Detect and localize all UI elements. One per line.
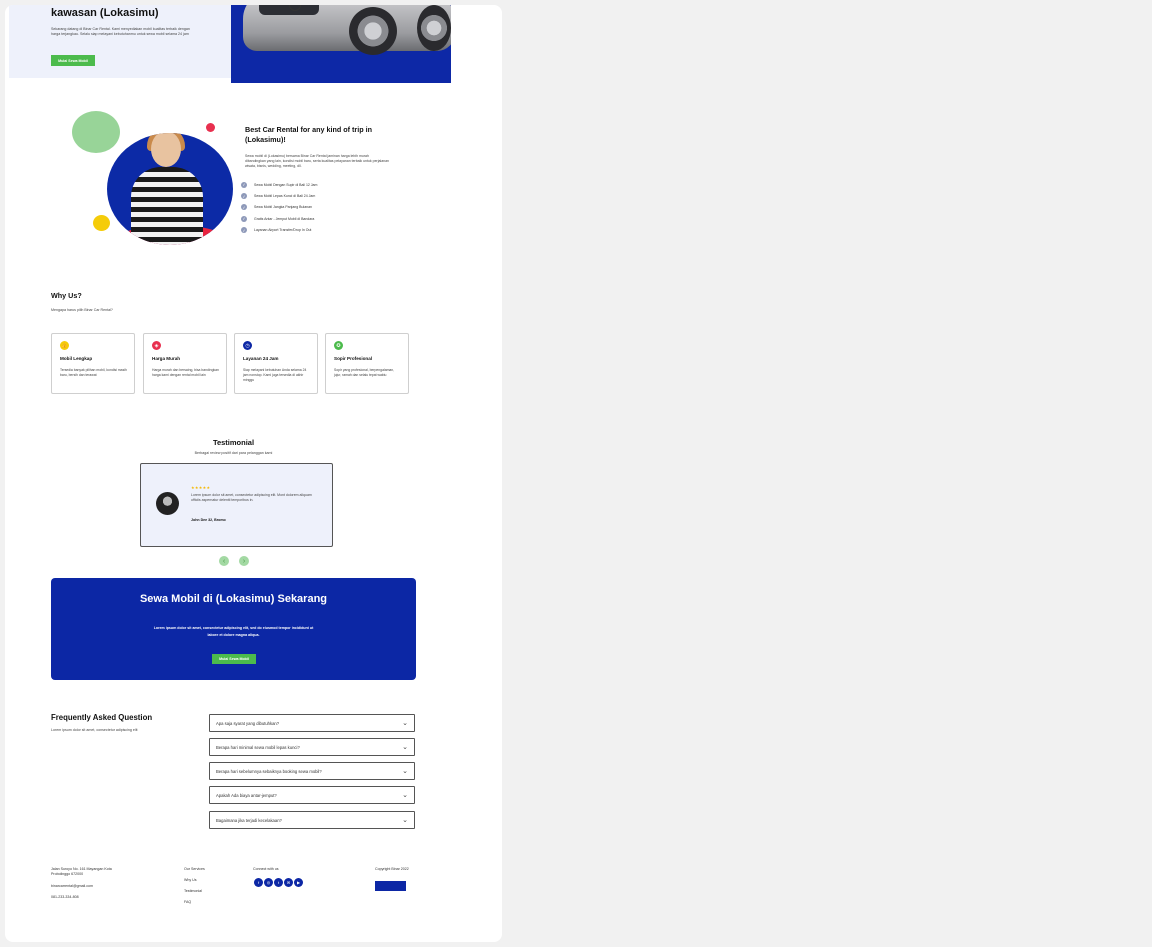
footer-phone: 081-233-334-808 bbox=[51, 895, 79, 899]
car-wheel-front bbox=[349, 7, 397, 55]
cta-rent-button[interactable]: Mulai Sewa Mobil bbox=[212, 654, 256, 664]
feature-card-text: Siap melayani kebutuhan Anda selama 24 j… bbox=[243, 368, 307, 383]
decor-red-dot bbox=[206, 123, 215, 132]
hero-rent-button[interactable]: Mulai Sewa Mobil bbox=[51, 55, 95, 66]
social-links: f ◎ t ✉ ▶ bbox=[254, 878, 303, 887]
check-icon: ✓ bbox=[241, 181, 247, 188]
badge-icon: ✪ bbox=[334, 341, 343, 350]
chevron-down-icon: ⌄ bbox=[402, 816, 408, 824]
feature-card-text: Tersedia banyak pilihan mobil, kondisi m… bbox=[60, 368, 127, 378]
feature-card-title: Layanan 24 Jam bbox=[243, 356, 279, 361]
feature-card-title: Mobil Lengkap bbox=[60, 356, 93, 361]
rating-stars: ★★★★★ bbox=[191, 485, 211, 490]
hero-car-image bbox=[231, 5, 451, 83]
testimonial-card: ★★★★★ Lorem ipsum dolor sit amet, consec… bbox=[140, 463, 333, 547]
avatar bbox=[156, 492, 179, 515]
faq-item[interactable]: Bagaimana jika terjadi kecelakaan? ⌄ bbox=[209, 811, 415, 829]
testimonial-title: Testimonial bbox=[212, 438, 255, 447]
check-icon: ✓ bbox=[241, 193, 247, 200]
person-head bbox=[151, 133, 181, 167]
checklist-item: ✓ Layanan Airport Transfer/Drop In Out bbox=[241, 227, 312, 234]
footer-link-services[interactable]: Our Services bbox=[184, 867, 205, 878]
car-wheel-rear bbox=[417, 5, 451, 51]
feature-card-text: Harga murah dan bersaing, bisa bandingka… bbox=[152, 368, 219, 378]
hero-description: Sekarang datang di Binar Car Rental. Kam… bbox=[51, 27, 190, 37]
carousel-prev-button[interactable]: ‹ bbox=[219, 556, 229, 566]
cta-title: Sewa Mobil di (Lokasimu) Sekarang bbox=[139, 593, 328, 605]
faq-item[interactable]: Berapa hari sebelumnya sebaiknya booking… bbox=[209, 762, 415, 780]
thumbs-up-icon: 👍 bbox=[60, 341, 69, 350]
footer-logo[interactable] bbox=[375, 881, 406, 891]
feature-card: ◷ Layanan 24 Jam Siap melayani kebutuhan… bbox=[234, 333, 318, 394]
hero-title: kawasan (Lokasimu) bbox=[51, 7, 159, 19]
about-title: Best Car Rental for any kind of trip in … bbox=[245, 125, 372, 144]
twitch-icon[interactable]: ▶ bbox=[294, 878, 303, 887]
cta-description: Lorem ipsum dolor sit amet, consectetur … bbox=[153, 626, 314, 637]
footer-link-why-us[interactable]: Why Us bbox=[184, 878, 205, 889]
feature-card-text: Sopir yang profesional, berpengalaman, j… bbox=[334, 368, 395, 378]
carousel-next-button[interactable]: › bbox=[239, 556, 249, 566]
footer-link-testimonial[interactable]: Testimonial bbox=[184, 889, 205, 900]
chevron-down-icon: ⌄ bbox=[402, 767, 408, 775]
checklist-item: ✓ Sewa Mobil Dengan Supir di Bali 12 Jam bbox=[241, 181, 318, 188]
mail-icon[interactable]: ✉ bbox=[284, 878, 293, 887]
chevron-down-icon: ⌄ bbox=[402, 791, 408, 799]
footer-link-faq[interactable]: FAQ bbox=[184, 900, 205, 911]
footer-nav: Our Services Why Us Testimonial FAQ bbox=[184, 867, 205, 911]
why-us-title: Why Us? bbox=[51, 291, 82, 300]
checklist-item: ✓ Sewa Mobil Lepas Kunci di Bali 24 Jam bbox=[241, 193, 316, 200]
testimonial-text: Lorem ipsum dolor sit amet, consectetur … bbox=[191, 493, 312, 503]
decor-yellow-dot bbox=[93, 215, 110, 231]
checklist-item: ✓ Gratis Antar - Jemput Mobil di Bandara bbox=[241, 215, 315, 222]
feature-card: 👍 Mobil Lengkap Tersedia banyak pilihan … bbox=[51, 333, 135, 394]
feature-card: ◈ Harga Murah Harga murah dan bersaing, … bbox=[143, 333, 227, 394]
feature-card-title: Sopir Profesional bbox=[334, 356, 373, 361]
clock-icon: ◷ bbox=[243, 341, 252, 350]
twitter-icon[interactable]: t bbox=[274, 878, 283, 887]
cta-banner: Sewa Mobil di (Lokasimu) Sekarang Lorem … bbox=[51, 578, 416, 680]
footer-email: binarcarrental@gmail.com bbox=[51, 884, 93, 888]
faq-title: Frequently Asked Question bbox=[51, 713, 153, 722]
footer-address: Jalan Suroyo No. 161 Mayangan Kota Probo… bbox=[51, 867, 112, 877]
testimonial-subtitle: Berbagai review positif dari para pelang… bbox=[194, 451, 273, 455]
chevron-down-icon: ⌄ bbox=[402, 719, 408, 727]
facebook-icon[interactable]: f bbox=[254, 878, 263, 887]
feature-card: ✪ Sopir Profesional Sopir yang profesion… bbox=[325, 333, 409, 394]
checklist-item: ✓ Sewa Mobil Jangka Panjang Bulanan bbox=[241, 204, 312, 211]
faq-item[interactable]: Apakah Ada biaya antar-jemput? ⌄ bbox=[209, 786, 415, 804]
footer-connect-label: Connect with us bbox=[253, 867, 279, 871]
faq-item[interactable]: Berapa hari minimal sewa mobil lepas kun… bbox=[209, 738, 415, 756]
footer-copyright: Copyright Binar 2022 bbox=[375, 867, 409, 871]
about-checklist: ✓ Sewa Mobil Dengan Supir di Bali 12 Jam … bbox=[241, 179, 317, 236]
faq-item[interactable]: Apa saja syarat yang dibutuhkan? ⌄ bbox=[209, 714, 415, 732]
testimonial-author: John Dee 32, Bromo bbox=[191, 518, 226, 522]
why-us-subtitle: Mengapa harus pilih Binar Car Rental? bbox=[51, 308, 113, 312]
faq-subtitle: Lorem ipsum dolor sit amet, consectetur … bbox=[51, 728, 138, 732]
check-icon: ✓ bbox=[241, 204, 247, 211]
about-person-image bbox=[107, 133, 233, 245]
decor-green-circle bbox=[72, 111, 120, 153]
check-icon: ✓ bbox=[241, 215, 247, 222]
price-tag-icon: ◈ bbox=[152, 341, 161, 350]
landing-page: kawasan (Lokasimu) Sekarang datang di Bi… bbox=[5, 5, 502, 942]
chevron-down-icon: ⌄ bbox=[402, 743, 408, 751]
feature-card-title: Harga Murah bbox=[152, 356, 181, 361]
person-sweater bbox=[131, 167, 203, 245]
check-icon: ✓ bbox=[241, 227, 247, 234]
instagram-icon[interactable]: ◎ bbox=[264, 878, 273, 887]
about-description: Sewa mobil di (Lokasimu) bersama Binar C… bbox=[245, 154, 389, 169]
